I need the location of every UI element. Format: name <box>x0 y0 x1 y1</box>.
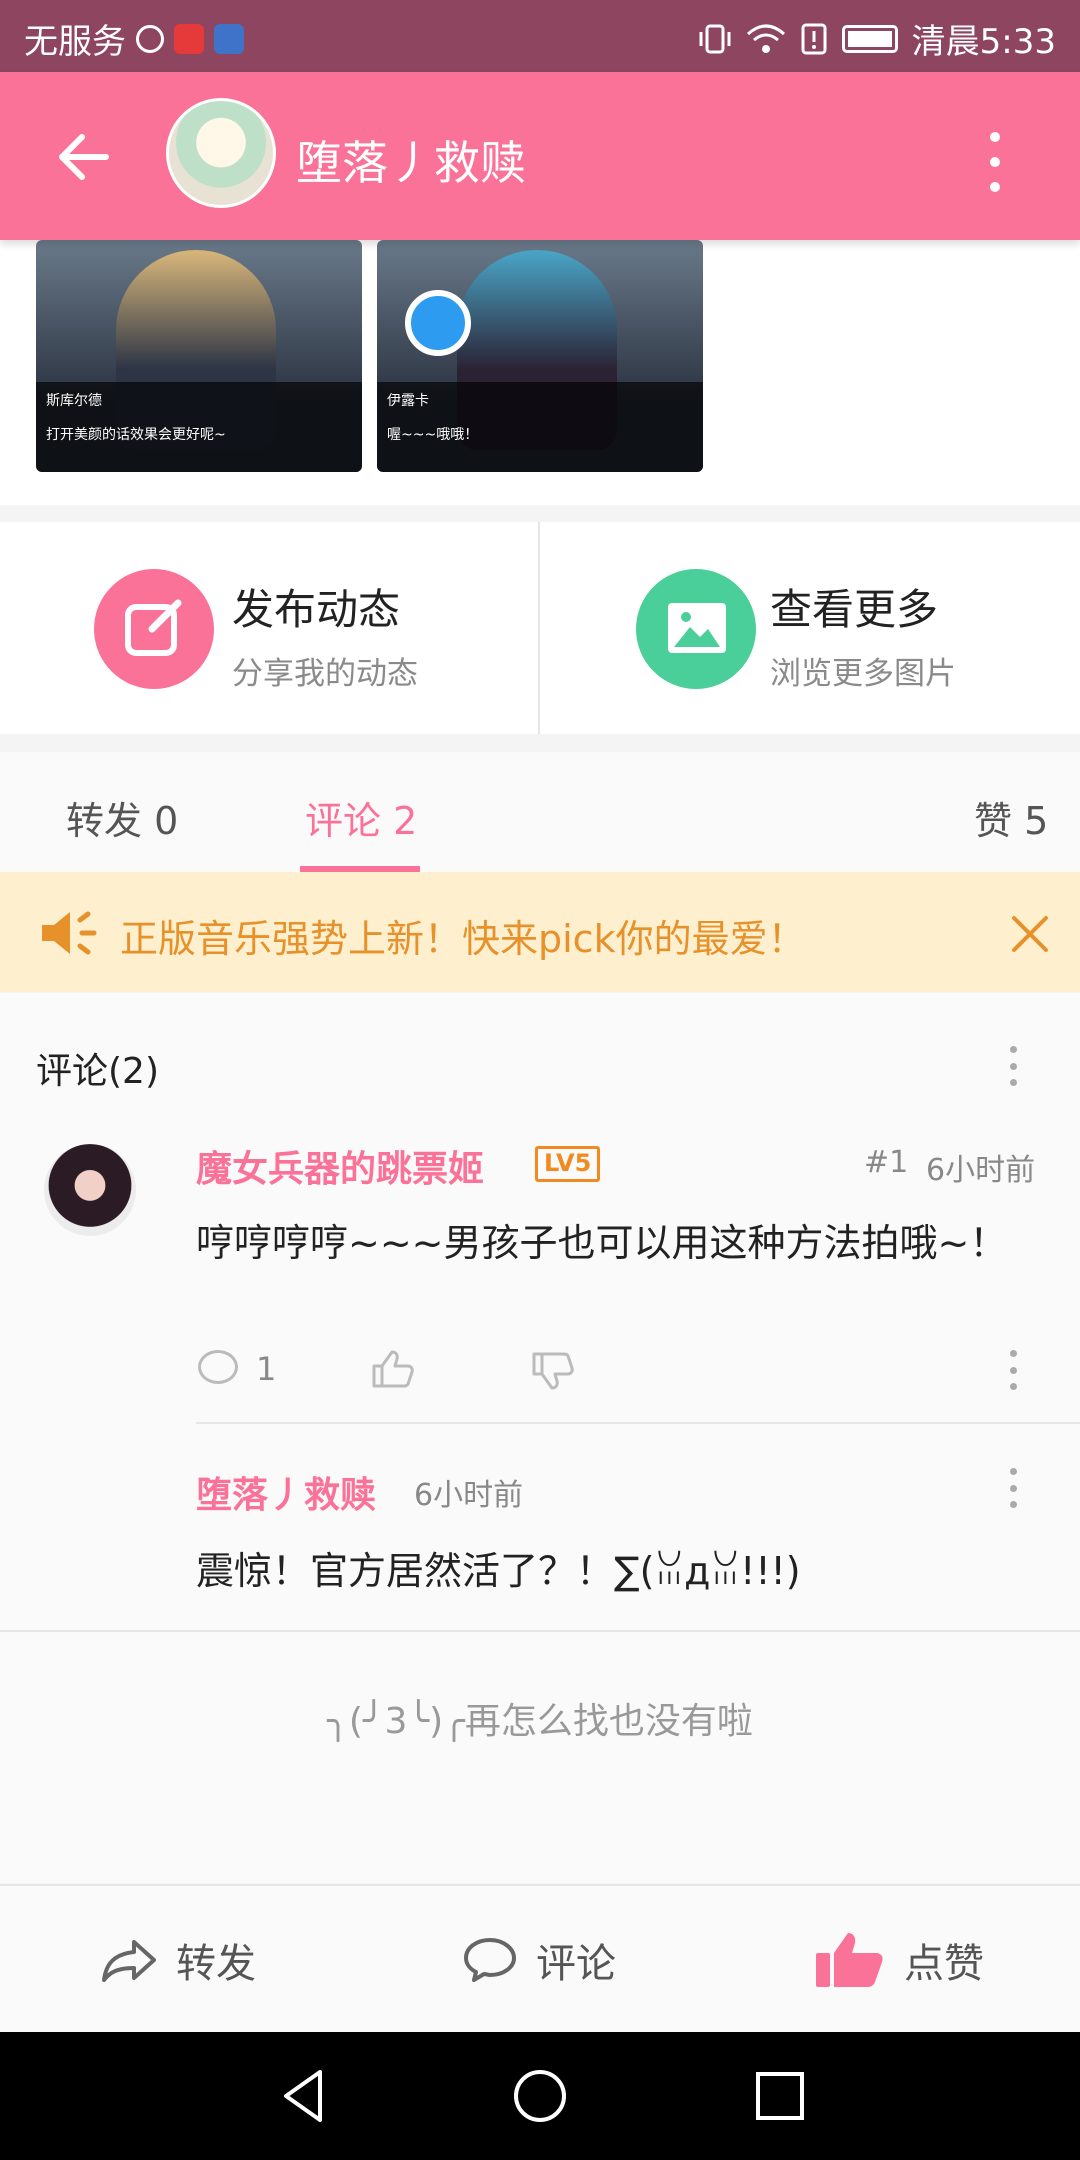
like-label: 点赞 <box>904 1941 984 1987</box>
comment-icon <box>464 1938 516 1982</box>
speaker-icon <box>42 911 97 955</box>
comment-username[interactable]: 魔女兵器的跳票姬 <box>196 1140 484 1192</box>
divider <box>0 1630 1080 1632</box>
divider <box>196 1422 1080 1424</box>
notice-text: 正版音乐强势上新！快来pick你的最爱！ <box>120 917 806 961</box>
image-caption: 伊露卡 喔~~~哦哦！ <box>377 382 703 472</box>
view-more-title: 查看更多 <box>770 585 939 634</box>
post-update-title: 发布动态 <box>232 585 401 634</box>
tab-repost[interactable]: 转发 0 <box>66 790 178 845</box>
reply-time: 6小时前 <box>414 1478 524 1513</box>
action-panel: 发布动态 分享我的动态 查看更多 浏览更多图片 <box>0 522 1080 734</box>
carrier-text: 无服务 <box>24 22 126 62</box>
reply-text: 震惊！官方居然活了？！∑(ꈍдꈍ!!!) <box>196 1549 801 1593</box>
back-arrow-icon[interactable] <box>50 122 120 192</box>
share-arrow-icon <box>102 1940 156 1982</box>
more-options-icon[interactable] <box>970 132 1020 192</box>
notice-banner[interactable]: 正版音乐强势上新！快来pick你的最爱！ <box>0 872 1080 992</box>
home-circle-icon[interactable] <box>508 2064 572 2128</box>
reply-bubble-icon[interactable] <box>198 1350 238 1384</box>
comment-more-icon[interactable] <box>1008 1350 1018 1390</box>
caption-text: 打开美颜的话效果会更好呢~ <box>46 427 226 443</box>
thumbs-up-icon[interactable] <box>370 1346 416 1390</box>
comments-title: 评论(2) <box>36 1051 159 1092</box>
close-icon[interactable] <box>1010 914 1050 954</box>
comment-label: 评论 <box>536 1941 616 1987</box>
thumbs-up-filled-icon <box>816 1933 883 1987</box>
recents-square-icon[interactable] <box>748 2064 812 2128</box>
image-caption: 斯库尔德 打开美颜的话效果会更好呢~ <box>36 382 362 472</box>
system-navigation-bar <box>0 2032 1080 2160</box>
post-update-subtitle: 分享我的动态 <box>232 656 418 692</box>
thumbs-down-icon[interactable] <box>530 1350 576 1394</box>
bottom-action-bar: 转发 评论 点赞 <box>0 1884 1080 2034</box>
gallery-image-card[interactable]: 斯库尔德 打开美颜的话效果会更好呢~ <box>36 240 362 472</box>
caption-name: 斯库尔德 <box>46 393 102 409</box>
view-more-subtitle: 浏览更多图片 <box>770 656 956 692</box>
gallery-image-card[interactable]: 伊露卡 喔~~~哦哦！ <box>377 240 703 472</box>
tab-bar: 转发 0 评论 2 赞 5 <box>0 752 1080 873</box>
wifi-icon <box>746 24 785 53</box>
avatar[interactable] <box>166 98 276 208</box>
view-more-button[interactable]: 查看更多 浏览更多图片 <box>540 522 1080 734</box>
reply-username[interactable]: 堕落丿救赎 <box>196 1466 376 1518</box>
page-title: 堕落丿救赎 <box>296 136 526 190</box>
repost-label: 转发 <box>176 1941 256 1987</box>
repost-button[interactable]: 转发 <box>100 1886 256 2034</box>
comment-text: 哼哼哼哼~~~男孩子也可以用这种方法拍哦~！ <box>196 1221 1008 1265</box>
end-of-list-text: ╮(╯3╰)╭再怎么找也没有啦 <box>327 1701 753 1742</box>
shield-icon <box>214 23 244 54</box>
comment-time: 6小时前 <box>926 1153 1036 1188</box>
reply-count: 1 <box>256 1350 277 1388</box>
post-update-button[interactable]: 发布动态 分享我的动态 <box>0 522 540 734</box>
image-gallery: 斯库尔德 打开美颜的话效果会更好呢~ 伊露卡 喔~~~哦哦！ <box>0 240 1080 505</box>
comment-floor: #1 <box>864 1145 909 1180</box>
edit-icon <box>94 569 214 689</box>
tab-likes[interactable]: 赞 5 <box>974 790 1048 845</box>
comment-button[interactable]: 评论 <box>462 1886 616 2034</box>
status-bar: 无服务 清晨5:33 <box>0 0 1080 72</box>
comments-more-icon[interactable] <box>1008 1046 1018 1086</box>
comments-section <box>0 993 1080 1883</box>
caption-text: 喔~~~哦哦！ <box>387 427 479 443</box>
app-notification-icon <box>174 23 204 54</box>
clock-text: 清晨5:33 <box>911 22 1056 62</box>
caption-name: 伊露卡 <box>387 393 429 409</box>
app-bar: 堕落丿救赎 <box>0 72 1080 240</box>
like-button[interactable]: 点赞 <box>814 1886 984 2034</box>
stopwatch-icon <box>136 24 164 53</box>
reply-more-icon[interactable] <box>1008 1468 1018 1508</box>
sim-alert-icon <box>801 23 827 54</box>
camera-dot-icon <box>405 290 471 356</box>
battery-icon <box>841 24 898 53</box>
back-triangle-icon[interactable] <box>272 2064 336 2128</box>
tab-comments[interactable]: 评论 2 <box>305 790 417 845</box>
album-icon <box>636 569 756 689</box>
divider <box>538 522 540 734</box>
vibrate-icon <box>699 24 731 53</box>
comment-avatar[interactable] <box>44 1144 136 1236</box>
level-badge: LV5 <box>535 1146 601 1182</box>
